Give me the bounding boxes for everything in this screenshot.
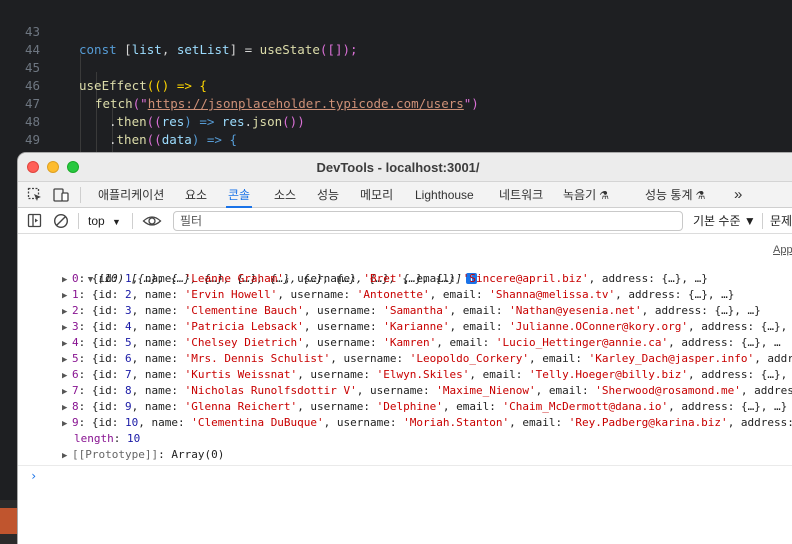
tab-console[interactable]: 콘솔 [226, 182, 253, 208]
array-item-row[interactable]: ▶ 2: {id: 3, name: 'Clementine Bauch', us… [62, 303, 761, 319]
chevron-down-icon: ▼ [112, 217, 121, 227]
code-line[interactable]: 43 const [list, setList] = useState([]); [0, 5, 792, 57]
clear-console-icon[interactable] [52, 212, 70, 230]
console-prompt-icon[interactable]: › [30, 469, 37, 483]
tab-network[interactable]: 네트워크 [497, 182, 545, 208]
array-item-row[interactable]: ▶ 9: {id: 10, name: 'Clementina DuBuque',… [62, 415, 792, 431]
code-editor[interactable]: 43 const [list, setList] = useState([]);… [0, 0, 792, 160]
code-line[interactable]: 50 console.log(data); [0, 131, 792, 160]
toolbar-separator [78, 213, 79, 229]
code-line[interactable]: 47 .then((res) => res.json()) [0, 77, 792, 129]
tab-performance[interactable]: 성능 [315, 182, 341, 208]
array-item-row[interactable]: ▶ 5: {id: 6, name: 'Mrs. Dennis Schulist'… [62, 351, 792, 367]
toolbar-separator [132, 213, 133, 229]
inspect-element-icon[interactable] [26, 186, 44, 204]
experimental-flask-icon: ⚗ [599, 190, 609, 202]
source-location-link[interactable]: App [773, 244, 792, 256]
tab-performance-insights[interactable]: 성능 통계 ⚗ [643, 182, 707, 208]
sidebar-toggle-icon[interactable] [26, 212, 44, 230]
code-line[interactable]: 46 fetch("https://jsonplaceholder.typico… [0, 59, 792, 111]
tab-application[interactable]: 애플리케이션 [96, 182, 166, 208]
collapsed-triangle-icon[interactable]: ▶ [62, 448, 72, 464]
log-levels-dropdown[interactable]: 기본 수준 ▼ [693, 212, 756, 230]
collapsed-triangle-icon[interactable]: ▶ [62, 416, 72, 432]
collapsed-triangle-icon[interactable]: ▶ [62, 320, 72, 336]
code-line[interactable]: 44 [0, 23, 792, 57]
tab-recorder[interactable]: 녹음기 ⚗ [561, 182, 611, 208]
collapsed-triangle-icon[interactable]: ▶ [62, 304, 72, 320]
collapsed-triangle-icon[interactable]: ▶ [62, 400, 72, 416]
array-item-row[interactable]: ▶ 0: {id: 1, name: 'Leanne Graham', usern… [62, 271, 708, 287]
experimental-flask-icon: ⚗ [695, 190, 706, 202]
console-toolbar: top ▼ 기본 수준 ▼ 문제 [18, 208, 792, 234]
tab-memory[interactable]: 메모리 [358, 182, 395, 208]
array-summary-row[interactable]: ▼ (10) [{…}, {…}, {…}, {…}, {…}, {…}, {…}… [48, 255, 478, 285]
tab-lighthouse[interactable]: Lighthouse [413, 182, 476, 208]
collapsed-triangle-icon[interactable]: ▶ [62, 288, 72, 304]
collapsed-triangle-icon[interactable]: ▶ [62, 352, 72, 368]
array-length-row: length: 10 [74, 432, 141, 445]
collapsed-triangle-icon[interactable]: ▶ [62, 272, 72, 288]
array-item-row[interactable]: ▶ 3: {id: 4, name: 'Patricia Lebsack', us… [62, 319, 787, 335]
device-toolbar-icon[interactable] [52, 186, 70, 204]
console-output[interactable]: App ▼ (10) [{…}, {…}, {…}, {…}, {…}, {…},… [18, 235, 792, 544]
devtools-tabbar: 애플리케이션 요소 콘솔 소스 성능 메모리 Lighthouse 네트워크 녹… [18, 182, 792, 208]
collapsed-triangle-icon[interactable]: ▶ [62, 368, 72, 384]
tab-sources[interactable]: 소스 [272, 182, 298, 208]
filter-field[interactable] [173, 211, 683, 231]
array-item-row[interactable]: ▶ 1: {id: 2, name: 'Ervin Howell', userna… [62, 287, 734, 303]
window-titlebar[interactable]: DevTools - localhost:3001/ [18, 153, 792, 182]
issues-button[interactable]: 문제 [770, 212, 792, 230]
code-line[interactable]: 48 .then((data) => { [0, 95, 792, 147]
live-expression-eye-icon[interactable] [142, 212, 162, 230]
array-item-row[interactable]: ▶ 4: {id: 5, name: 'Chelsey Dietrich', us… [62, 335, 781, 351]
devtools-window: DevTools - localhost:3001/ 애플리케이션 요소 콘솔 … [18, 153, 792, 544]
tab-elements[interactable]: 요소 [183, 182, 209, 208]
code-line[interactable]: 49 setList(data); [0, 113, 792, 160]
context-select[interactable]: top ▼ [88, 212, 121, 230]
array-item-row[interactable]: ▶ 7: {id: 8, name: 'Nicholas Runolfsdotti… [62, 383, 792, 399]
prototype-row[interactable]: ▶ [[Prototype]]: Array(0) [62, 447, 224, 463]
window-title: DevTools - localhost:3001/ [316, 160, 480, 175]
tabbar-separator [80, 187, 81, 203]
filter-input[interactable] [174, 212, 682, 230]
background-window-edge [0, 500, 18, 544]
array-item-row[interactable]: ▶ 8: {id: 9, name: 'Glenna Reichert', use… [62, 399, 787, 415]
background-window-accent [0, 508, 18, 534]
array-item-row[interactable]: ▶ 6: {id: 7, name: 'Kurtis Weissnat', use… [62, 367, 787, 383]
more-tabs-button[interactable]: » [732, 182, 744, 208]
console-divider [18, 465, 792, 466]
collapsed-triangle-icon[interactable]: ▶ [62, 384, 72, 400]
collapsed-triangle-icon[interactable]: ▶ [62, 336, 72, 352]
code-line[interactable]: 45 useEffect(() => { [0, 41, 792, 93]
toolbar-separator [762, 213, 763, 229]
